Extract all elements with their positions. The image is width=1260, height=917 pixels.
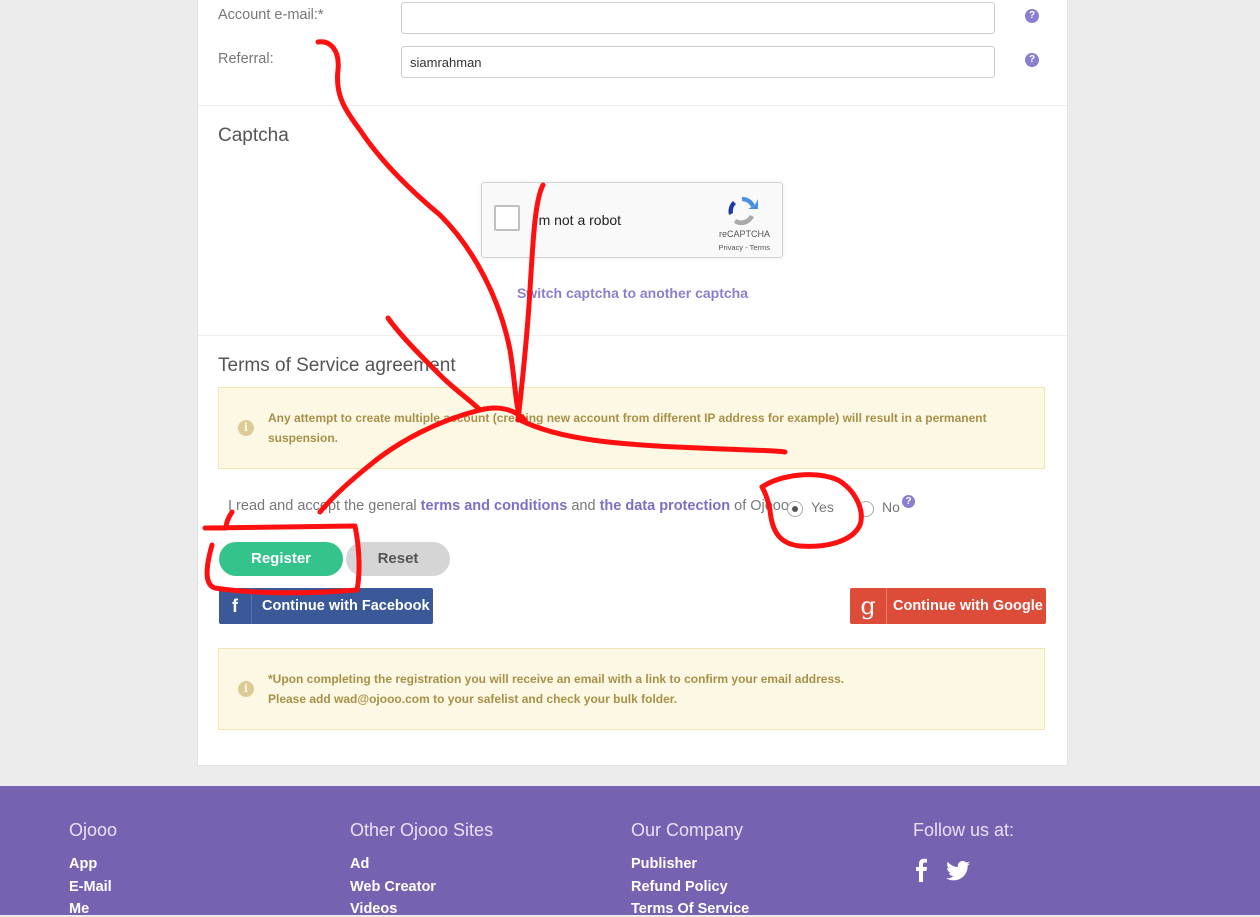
footer-link-refund[interactable]: Refund Policy (631, 879, 728, 895)
agree-and: and (571, 498, 596, 514)
facebook-login-button[interactable]: f Continue with Facebook (219, 588, 433, 624)
warning-alert: i Any attempt to create multiple account… (218, 387, 1045, 469)
divider (198, 335, 1067, 336)
recaptcha-icon (728, 196, 758, 226)
facebook-icon: f (219, 588, 252, 624)
recaptcha-widget: I'm not a robot reCAPTCHA Privacy - Term… (481, 182, 783, 258)
referral-input[interactable] (401, 46, 995, 78)
footer-link-email[interactable]: E-Mail (69, 879, 112, 895)
footer-link-web-creator[interactable]: Web Creator (350, 879, 436, 895)
email-label: Account e-mail:* (218, 7, 324, 23)
agree-suffix: of Ojooo. (734, 498, 793, 514)
recaptcha-links[interactable]: Privacy - Terms (718, 243, 770, 252)
notice-line-2: Please add wad@ojooo.com to your safelis… (268, 692, 678, 706)
email-input[interactable] (401, 2, 995, 34)
footer-heading: Other Ojooo Sites (350, 820, 494, 840)
reset-button[interactable]: Reset (346, 542, 450, 576)
divider (198, 105, 1067, 106)
radio-no[interactable] (858, 501, 874, 517)
recaptcha-checkbox[interactable] (494, 205, 520, 231)
google-icon: g (850, 588, 887, 624)
warning-text: Any attempt to create multiple account (… (268, 411, 987, 445)
notice-alert: i *Upon completing the registration you … (218, 648, 1045, 730)
footer-link-app[interactable]: App (69, 856, 97, 872)
agree-help-icon[interactable]: ? (902, 495, 915, 508)
switch-captcha-link[interactable]: Switch captcha to another captcha (198, 285, 1067, 301)
terms-link[interactable]: terms and conditions (421, 498, 568, 514)
google-login-button[interactable]: g Continue with Google (850, 588, 1046, 624)
radio-yes[interactable] (787, 501, 803, 517)
facebook-login-label: Continue with Facebook (262, 598, 430, 614)
notice-text: *Upon completing the registration you wi… (268, 669, 1004, 709)
email-help-icon[interactable]: ? (1025, 9, 1039, 23)
radio-no-label: No (882, 499, 900, 515)
footer-heading: Ojooo (69, 820, 118, 840)
recaptcha-label: I'm not a robot (532, 212, 622, 228)
info-icon: i (238, 420, 254, 436)
registration-card: Account e-mail:* ? Referral: ? Captcha I… (197, 0, 1068, 766)
agree-prefix: I read and accept the general (228, 498, 417, 514)
facebook-icon[interactable] (913, 858, 929, 882)
data-protection-link[interactable]: the data protection (600, 498, 731, 514)
twitter-icon[interactable] (946, 861, 970, 881)
referral-label: Referral: (218, 51, 274, 67)
terms-title: Terms of Service agreement (218, 355, 456, 376)
footer-link-ad[interactable]: Ad (350, 856, 369, 872)
google-login-label: Continue with Google (893, 598, 1043, 614)
captcha-title: Captcha (218, 125, 289, 146)
footer-heading: Follow us at: (913, 820, 1015, 840)
recaptcha-brand: reCAPTCHA (718, 229, 770, 239)
register-button[interactable]: Register (219, 542, 343, 576)
notice-line-1: *Upon completing the registration you wi… (268, 672, 845, 686)
referral-help-icon[interactable]: ? (1025, 53, 1039, 67)
radio-yes-label: Yes (811, 499, 834, 515)
info-icon: i (238, 681, 254, 697)
footer-link-publisher[interactable]: Publisher (631, 856, 697, 872)
footer-heading: Our Company (631, 820, 744, 840)
site-footer: Ojooo App E-Mail Me Other Ojooo Sites Ad… (0, 786, 1260, 917)
agree-row: I read and accept the general terms and … (228, 498, 793, 514)
